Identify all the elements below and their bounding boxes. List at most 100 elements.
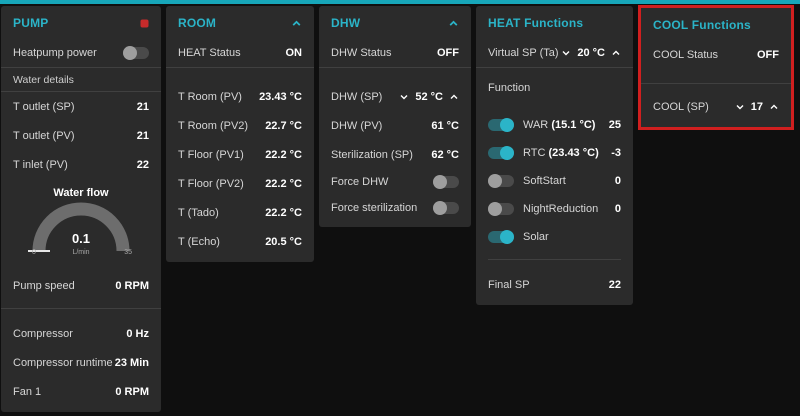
pump-speed-value: 0 RPM bbox=[115, 279, 149, 292]
toggle-knob bbox=[488, 202, 502, 216]
t-outlet-pv-label: T outlet (PV) bbox=[13, 129, 75, 142]
force-dhw-toggle[interactable] bbox=[433, 175, 459, 189]
sterilization-sp-row: Sterilization (SP) 62 °C bbox=[319, 140, 471, 169]
nightreduction-row: NightReduction 0 bbox=[476, 195, 633, 223]
rtc-row: RTC (23.43 °C) -3 bbox=[476, 139, 633, 167]
sterilization-sp-value: 62 °C bbox=[431, 148, 459, 161]
compressor-runtime-row: Compressor runtime 23 Min bbox=[1, 348, 161, 377]
war-label: WAR (15.1 °C) bbox=[523, 119, 596, 131]
nightreduction-toggle[interactable] bbox=[488, 202, 514, 216]
virtual-sp-value: 20 °C bbox=[577, 46, 605, 59]
t-tado-value: 22.2 °C bbox=[265, 206, 302, 219]
increase-chevron-icon[interactable] bbox=[611, 48, 621, 58]
cool-functions-card: COOL Functions COOL Status OFF COOL (SP)… bbox=[641, 8, 791, 127]
t-room-pv2-label: T Room (PV2) bbox=[178, 119, 249, 132]
increase-chevron-icon[interactable] bbox=[769, 102, 779, 112]
toggle-knob bbox=[500, 146, 514, 160]
gauge-max-label: 35 bbox=[124, 249, 132, 256]
virtual-sp-row: Virtual SP (Ta) 20 °C bbox=[476, 38, 633, 67]
collapse-chevron-up-icon[interactable] bbox=[448, 18, 459, 29]
war-toggle[interactable] bbox=[488, 118, 514, 132]
dhw-status-value: OFF bbox=[437, 46, 459, 59]
water-flow-gauge: 0.1 L/min 0 35 bbox=[23, 201, 139, 257]
t-echo-label: T (Echo) bbox=[178, 235, 220, 248]
cool-functions-card-header: COOL Functions bbox=[641, 8, 791, 40]
t-outlet-pv-row: T outlet (PV) 21 bbox=[1, 121, 161, 150]
pump-speed-label: Pump speed bbox=[13, 279, 75, 292]
dhw-card: DHW DHW Status OFF DHW (SP) 52 °C DHW (P… bbox=[319, 6, 471, 227]
increase-chevron-icon[interactable] bbox=[449, 92, 459, 102]
compressor-label: Compressor bbox=[13, 327, 73, 340]
force-dhw-row: Force DHW bbox=[319, 169, 471, 195]
t-echo-row: T (Echo) 20.5 °C bbox=[166, 227, 314, 256]
force-sterilization-label: Force sterilization bbox=[331, 202, 418, 214]
t-tado-label: T (Tado) bbox=[178, 206, 219, 219]
decrease-chevron-icon[interactable] bbox=[735, 102, 745, 112]
solar-toggle[interactable] bbox=[488, 230, 514, 244]
dhw-card-title: DHW bbox=[331, 16, 361, 30]
softstart-label: SoftStart bbox=[523, 175, 566, 187]
t-floor-pv1-label: T Floor (PV1) bbox=[178, 148, 244, 161]
toggle-knob bbox=[123, 45, 137, 60]
dhw-sp-label: DHW (SP) bbox=[331, 90, 383, 103]
final-sp-value: 22 bbox=[608, 278, 621, 291]
rtc-toggle[interactable] bbox=[488, 146, 514, 160]
decrease-chevron-icon[interactable] bbox=[561, 48, 571, 58]
compressor-row: Compressor 0 Hz bbox=[1, 319, 161, 348]
softstart-row: SoftStart 0 bbox=[476, 167, 633, 195]
dhw-pv-row: DHW (PV) 61 °C bbox=[319, 111, 471, 140]
pump-card-title: PUMP bbox=[13, 16, 49, 30]
cool-sp-stepper: 17 bbox=[735, 101, 779, 113]
softstart-value: 0 bbox=[614, 175, 621, 187]
force-sterilization-toggle[interactable] bbox=[433, 201, 459, 215]
solar-row: Solar bbox=[476, 223, 633, 251]
t-tado-row: T (Tado) 22.2 °C bbox=[166, 198, 314, 227]
cool-sp-row: COOL (SP) 17 bbox=[641, 92, 791, 121]
softstart-toggle[interactable] bbox=[488, 174, 514, 188]
red-indicator-icon bbox=[140, 19, 149, 27]
t-inlet-pv-value: 22 bbox=[136, 158, 149, 171]
heat-functions-card-title: HEAT Functions bbox=[488, 16, 584, 30]
t-outlet-sp-value: 21 bbox=[136, 100, 149, 113]
war-value: 25 bbox=[608, 119, 621, 131]
pump-card: PUMP Heatpump power Water details T outl… bbox=[1, 6, 161, 412]
heat-functions-card: HEAT Functions Virtual SP (Ta) 20 °C Fun… bbox=[476, 6, 633, 305]
toggle-knob bbox=[500, 230, 514, 244]
fan1-label: Fan 1 bbox=[13, 385, 42, 398]
solar-label: Solar bbox=[523, 231, 549, 243]
function-section-label: Function bbox=[488, 82, 531, 94]
t-room-pv-label: T Room (PV) bbox=[178, 90, 242, 103]
t-room-pv-row: T Room (PV) 23.43 °C bbox=[166, 82, 314, 111]
heat-functions-card-header: HEAT Functions bbox=[476, 6, 633, 38]
force-sterilization-row: Force sterilization bbox=[319, 195, 471, 221]
t-room-pv2-row: T Room (PV2) 22.7 °C bbox=[166, 111, 314, 140]
room-card-header: ROOM bbox=[166, 6, 314, 38]
war-row: WAR (15.1 °C) 25 bbox=[476, 111, 633, 139]
nightreduction-label: NightReduction bbox=[523, 203, 599, 215]
gauge-min-label: 0 bbox=[32, 249, 36, 256]
dhw-status-label: DHW Status bbox=[331, 46, 392, 59]
dhw-sp-row: DHW (SP) 52 °C bbox=[319, 82, 471, 111]
t-inlet-pv-row: T inlet (PV) 22 bbox=[1, 150, 161, 179]
virtual-sp-stepper: 20 °C bbox=[561, 47, 621, 59]
room-card: ROOM HEAT Status ON T Room (PV) 23.43 °C… bbox=[166, 6, 314, 262]
cool-status-value: OFF bbox=[757, 48, 779, 61]
compressor-value: 0 Hz bbox=[126, 327, 149, 340]
dhw-status-row: DHW Status OFF bbox=[319, 38, 471, 67]
dhw-card-header: DHW bbox=[319, 6, 471, 38]
t-floor-pv1-row: T Floor (PV1) 22.2 °C bbox=[166, 140, 314, 169]
t-inlet-pv-label: T inlet (PV) bbox=[13, 158, 68, 171]
t-floor-pv2-row: T Floor (PV2) 22.2 °C bbox=[166, 169, 314, 198]
t-room-pv-value: 23.43 °C bbox=[259, 90, 302, 103]
heatpump-power-toggle[interactable] bbox=[123, 45, 149, 60]
virtual-sp-label: Virtual SP (Ta) bbox=[488, 46, 559, 59]
compressor-runtime-value: 23 Min bbox=[114, 356, 149, 369]
collapse-chevron-up-icon[interactable] bbox=[291, 18, 302, 29]
decrease-chevron-icon[interactable] bbox=[399, 92, 409, 102]
t-echo-value: 20.5 °C bbox=[265, 235, 302, 248]
t-outlet-pv-value: 21 bbox=[136, 129, 149, 142]
heat-status-row: HEAT Status ON bbox=[166, 38, 314, 67]
heat-status-value: ON bbox=[285, 46, 303, 59]
water-flow-unit: L/min bbox=[72, 249, 90, 256]
force-dhw-label: Force DHW bbox=[331, 176, 389, 188]
